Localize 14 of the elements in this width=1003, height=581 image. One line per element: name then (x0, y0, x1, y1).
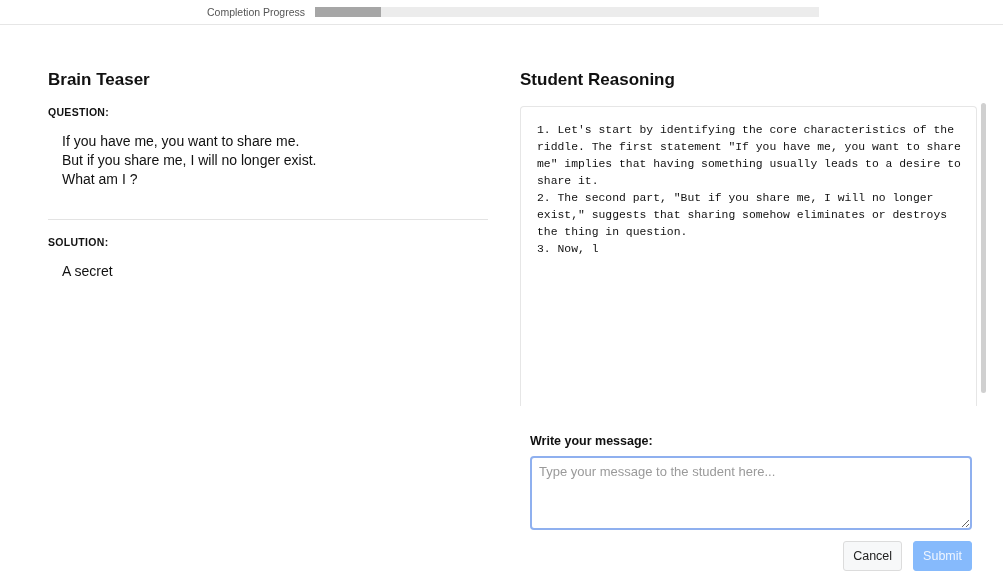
scrollbar-thumb[interactable] (981, 103, 986, 393)
solution-text: A secret (61, 262, 114, 281)
section-title: Student Reasoning (520, 70, 676, 90)
section-title: Brain Teaser (48, 70, 151, 90)
solution-label: SOLUTION: (48, 236, 110, 248)
question-line: What am I ? (62, 170, 139, 189)
progress-label: Completion Progress (207, 6, 306, 18)
message-label: Write your message: (530, 434, 654, 448)
message-field[interactable]: Type your message to the student here... (530, 456, 972, 530)
question-line: If you have me, you want to share me. (62, 132, 301, 151)
question-line: But if you share me, I will no longer exist. (62, 151, 318, 170)
cancel-button[interactable]: Cancel (843, 541, 903, 571)
question-label: QUESTION: (48, 106, 111, 118)
reasoning-text: 1. Let's start by identifying the core characteristics of the riddle. The first statement "If you have me, you want to share me" implies that having something usually leads to a desire to share it. 2. The second part, "But if you share me, I will no longer exist," suggests that sharing somehow eliminates or destroys the thing in question. 3. Now, l (537, 123, 962, 257)
